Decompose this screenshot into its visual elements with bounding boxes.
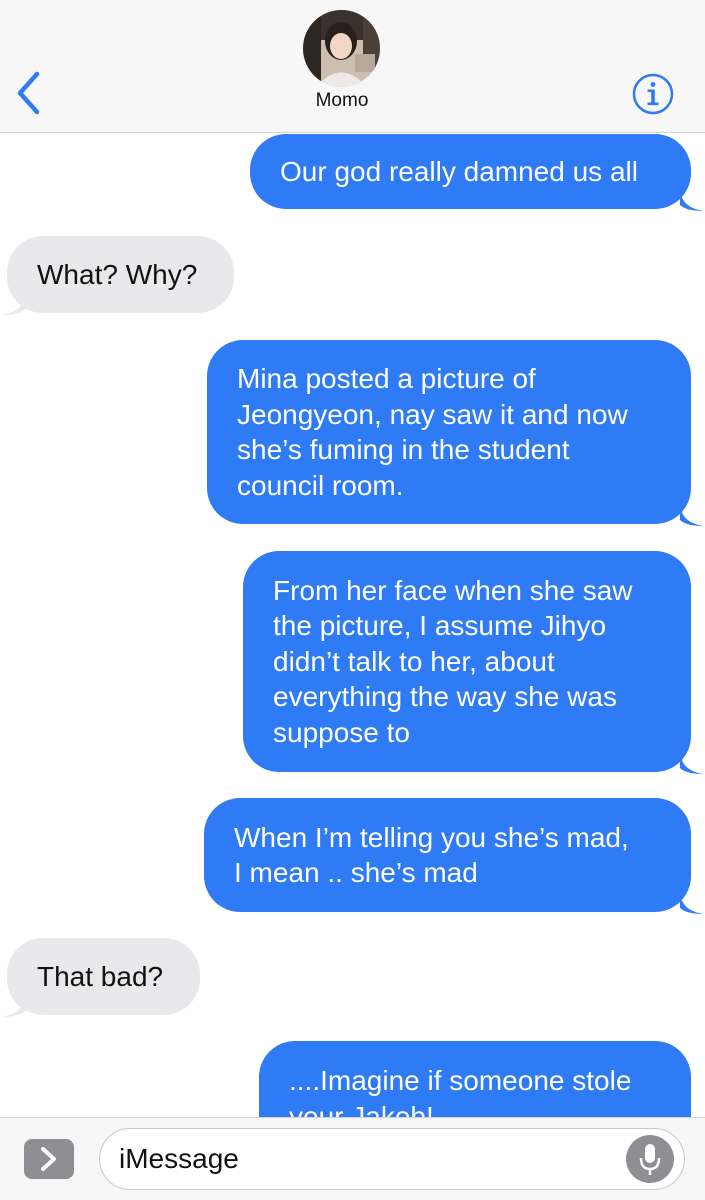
imessage-text-field[interactable]: iMessage [99,1128,685,1190]
message-text: From her face when she saw the picture, … [273,574,633,748]
conversation-header: Momo [0,0,705,133]
bubble-tail-sent [680,894,704,914]
message-text: Our god really damned us all [280,155,638,187]
microphone-icon [639,1144,661,1175]
message-bubble-sent[interactable]: ....Imagine if someone stole your Jakob! [259,1041,691,1117]
back-chevron-icon[interactable] [14,70,44,116]
bubble-tail-sent [680,506,704,526]
message-bubble-sent[interactable]: Our god really damned us all [250,134,691,209]
message-thread[interactable]: Our god really damned us all What? Why? … [0,133,705,1117]
message-bubble-sent[interactable]: From her face when she saw the picture, … [243,551,691,772]
message-bubble-received[interactable]: What? Why? [7,236,234,313]
chevron-right-icon [41,1147,56,1171]
message-text: When I’m telling you she’s mad, I mean .… [234,821,629,889]
bubble-tail-sent [680,754,704,774]
contact-name[interactable]: Momo [252,90,432,112]
message-bubble-sent[interactable]: When I’m telling you she’s mad, I mean .… [204,798,691,912]
message-bubble-received[interactable]: That bad? [7,938,200,1015]
message-text: ....Imagine if someone stole your Jakob! [289,1065,632,1117]
message-bubble-sent[interactable]: Mina posted a picture of Jeongyeon, nay … [207,340,691,524]
apps-button[interactable] [24,1139,74,1179]
contact-avatar[interactable] [303,10,380,87]
message-input-bar: iMessage [0,1117,705,1200]
bubble-tail-received [1,997,25,1017]
message-text: Mina posted a picture of Jeongyeon, nay … [237,363,628,501]
microphone-button[interactable] [626,1135,674,1183]
info-icon[interactable] [632,73,674,115]
message-text: That bad? [37,960,164,992]
bubble-tail-received [1,295,25,315]
message-text: What? Why? [37,258,198,290]
avatar-photo [303,10,380,87]
input-placeholder: iMessage [119,1143,239,1174]
bubble-tail-sent [680,191,704,211]
